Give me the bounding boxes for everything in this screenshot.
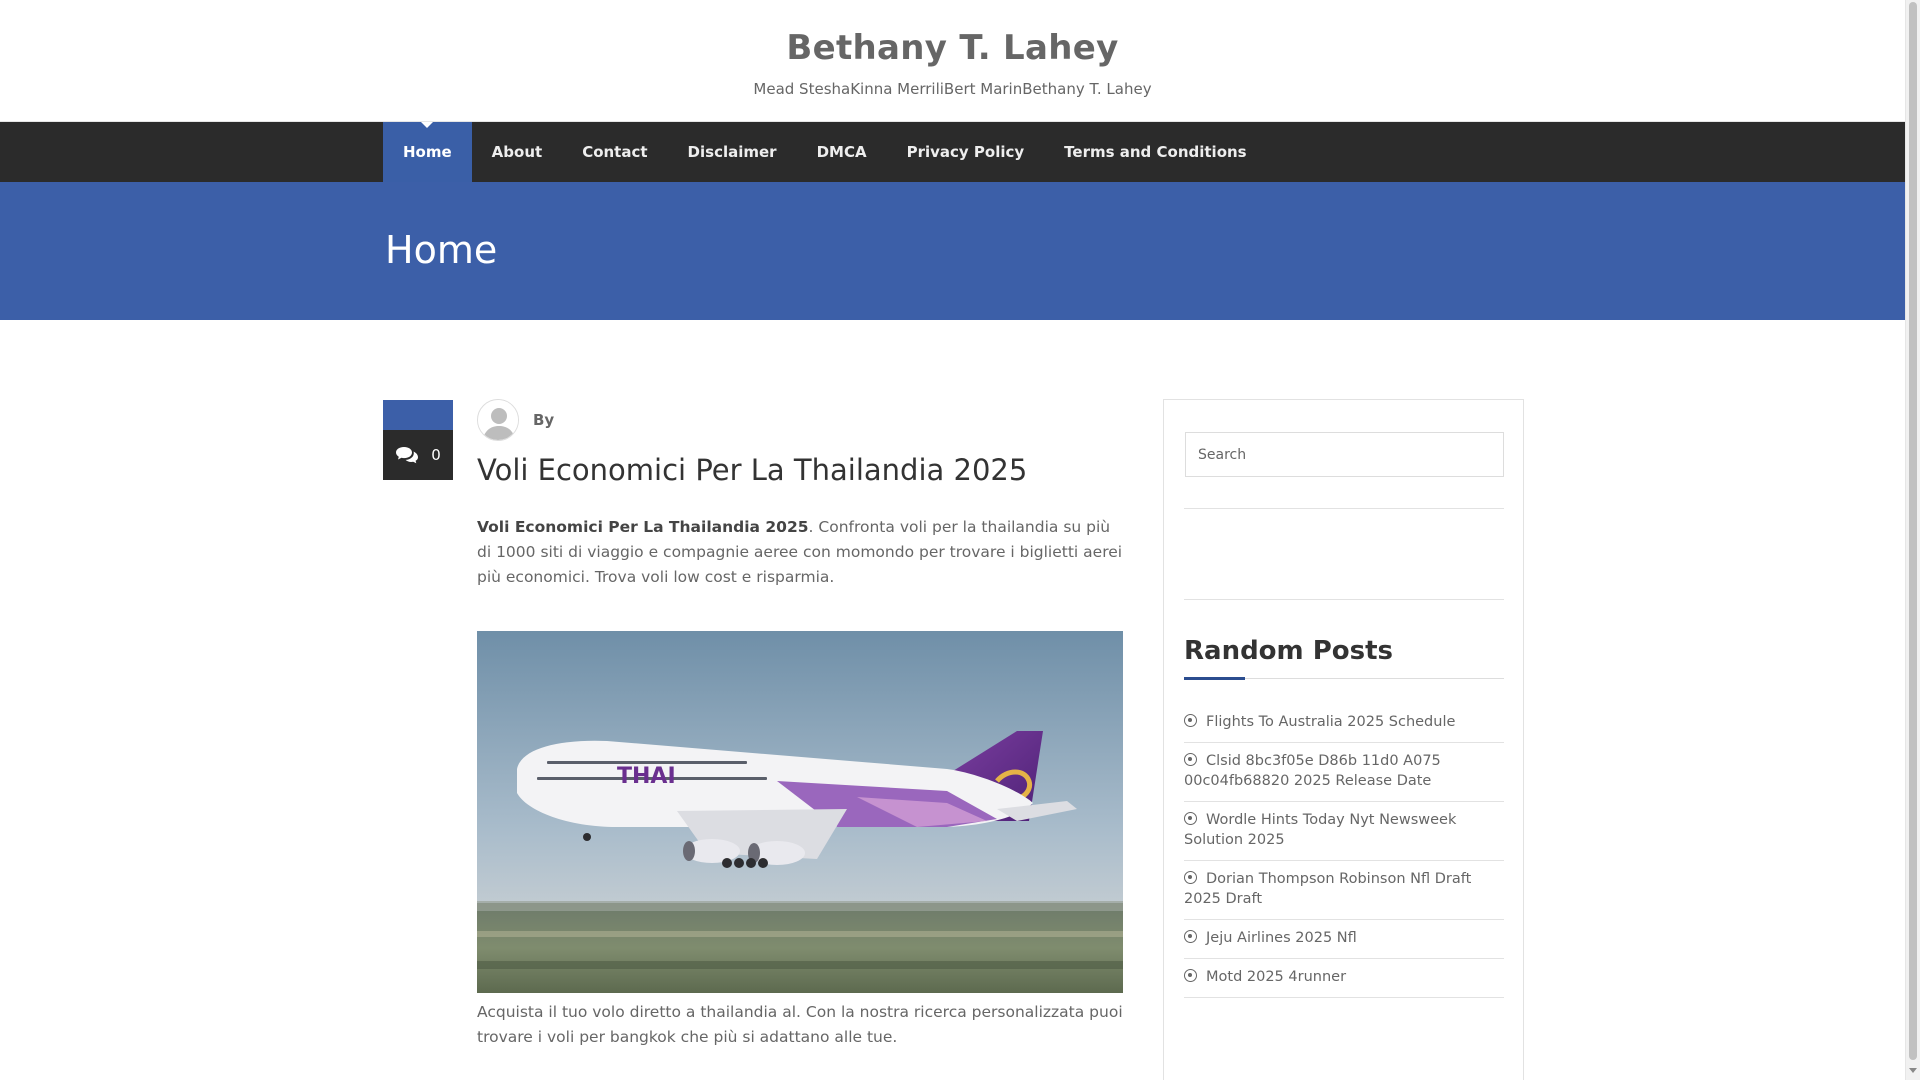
random-post-link[interactable]: Wordle Hints Today Nyt Newsweek Solution… <box>1184 812 1456 848</box>
post-intro: Voli Economici Per La Thailandia 2025. C… <box>477 515 1127 590</box>
post-date-box <box>383 400 453 430</box>
page-heading: Home <box>385 228 498 272</box>
nav-item-terms-and-conditions[interactable]: Terms and Conditions <box>1044 122 1266 182</box>
comments-icon <box>396 447 419 464</box>
dot-circle-icon <box>1184 969 1197 982</box>
post-intro-bold: Voli Economici Per La Thailandia 2025 <box>477 518 809 536</box>
dot-circle-icon <box>1184 812 1197 825</box>
nav-item-privacy-policy[interactable]: Privacy Policy <box>887 122 1045 182</box>
random-post-link[interactable]: Flights To Australia 2025 Schedule <box>1206 714 1455 730</box>
random-post-link[interactable]: Dorian Thompson Robinson Nfl Draft 2025 … <box>1184 871 1471 907</box>
search-input[interactable] <box>1185 432 1504 477</box>
nav-item-about[interactable]: About <box>472 122 563 182</box>
page-scrollbar[interactable] <box>1905 0 1920 1080</box>
comment-count: 0 <box>431 446 441 464</box>
post-author-row: By <box>477 399 554 441</box>
page: Bethany T. Lahey Mead SteshaKinna Merril… <box>0 0 1905 1080</box>
post-body-text: Acquista il tuo volo diretto a thailandi… <box>477 1003 1123 1046</box>
by-label: By <box>533 411 555 429</box>
random-post-item[interactable]: Clsid 8bc3f05e D86b 11d0 A075 00c04fb688… <box>1184 743 1504 802</box>
airline-logo-text: THAI <box>617 764 676 789</box>
dot-circle-icon <box>1184 753 1197 766</box>
nav-list: Home About Contact Disclaimer DMCA Priva… <box>383 122 1267 182</box>
random-posts-list: Flights To Australia 2025 Schedule Clsid… <box>1184 704 1504 998</box>
site-header: Bethany T. Lahey Mead SteshaKinna Merril… <box>0 0 1905 122</box>
nav-item-contact[interactable]: Contact <box>562 122 667 182</box>
random-post-item[interactable]: Flights To Australia 2025 Schedule <box>1184 704 1504 743</box>
site-description: Mead SteshaKinna MerriliBert MarinBethan… <box>753 80 1152 98</box>
sidebar: Random Posts Flights To Australia 2025 S… <box>1163 399 1524 1080</box>
widget-title-accent <box>1184 677 1245 680</box>
avatar[interactable] <box>477 399 519 441</box>
user-avatar-icon <box>478 400 518 440</box>
post-comment-count[interactable]: 0 <box>383 430 453 480</box>
site-title[interactable]: Bethany T. Lahey <box>0 28 1905 68</box>
random-post-item[interactable]: Dorian Thompson Robinson Nfl Draft 2025 … <box>1184 861 1504 920</box>
nav-item-home[interactable]: Home <box>383 122 472 182</box>
random-post-item[interactable]: Jeju Airlines 2025 Nfl <box>1184 920 1504 959</box>
dot-circle-icon <box>1184 871 1197 884</box>
sidebar-divider <box>1184 599 1504 600</box>
post-featured-image: THAI <box>477 631 1123 993</box>
random-post-link[interactable]: Clsid 8bc3f05e D86b 11d0 A075 00c04fb688… <box>1184 753 1441 789</box>
post-title[interactable]: Voli Economici Per La Thailandia 2025 <box>477 453 1127 487</box>
random-post-item[interactable]: Wordle Hints Today Nyt Newsweek Solution… <box>1184 802 1504 861</box>
airplane-photo: THAI <box>477 631 1123 993</box>
random-post-link[interactable]: Jeju Airlines 2025 Nfl <box>1206 930 1357 946</box>
main-navigation: Home About Contact Disclaimer DMCA Priva… <box>0 122 1905 182</box>
scroll-down-arrow-icon[interactable] <box>1909 1068 1917 1073</box>
random-posts-title: Random Posts <box>1184 636 1393 666</box>
nav-item-dmca[interactable]: DMCA <box>797 122 887 182</box>
page-banner: Home <box>0 182 1905 320</box>
random-post-link[interactable]: Motd 2025 4runner <box>1206 969 1346 985</box>
dot-circle-icon <box>1184 930 1197 943</box>
sidebar-divider <box>1184 508 1504 509</box>
scrollbar-thumb[interactable] <box>1909 2 1917 1060</box>
dot-circle-icon <box>1184 714 1197 727</box>
nav-item-disclaimer[interactable]: Disclaimer <box>668 122 797 182</box>
random-post-item[interactable]: Motd 2025 4runner <box>1184 959 1504 998</box>
